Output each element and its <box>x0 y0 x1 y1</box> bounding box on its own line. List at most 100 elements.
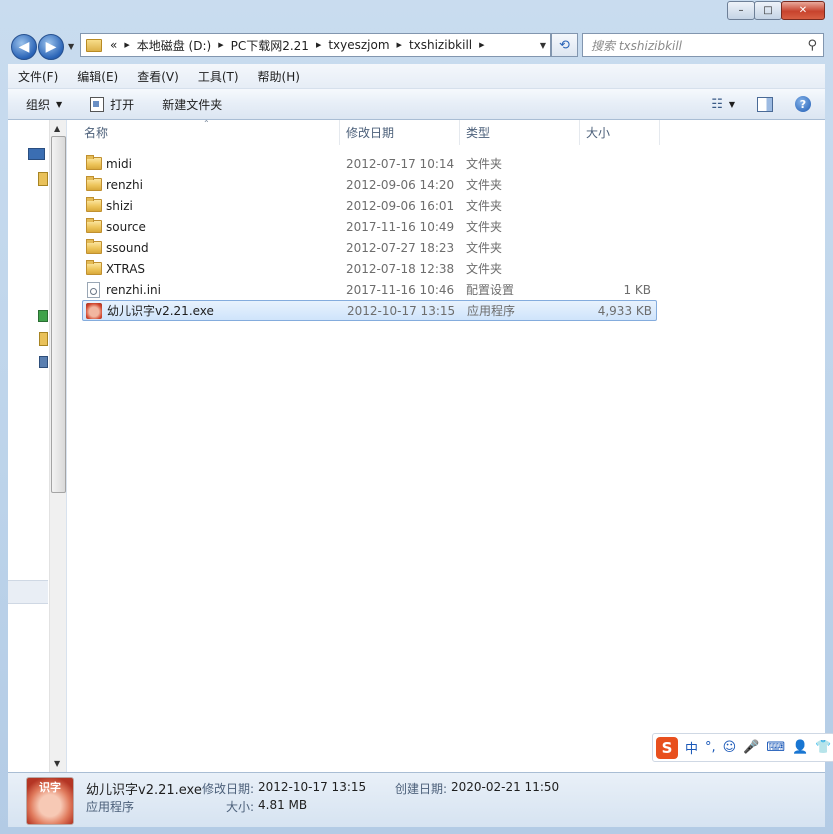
file-row[interactable]: shizi 2012-09-06 16:01 文件夹 <box>82 195 655 216</box>
organize-label: 组织 <box>26 97 51 112</box>
file-type: 文件夹 <box>466 178 503 192</box>
computer-icon[interactable] <box>28 148 45 160</box>
breadcrumb-item[interactable]: txshizibkill <box>405 38 476 52</box>
file-type: 文件夹 <box>466 199 503 213</box>
chevron-right-icon[interactable]: ▶ <box>121 41 132 49</box>
new-folder-button[interactable]: 新建文件夹 <box>144 96 232 113</box>
folder-icon <box>86 38 102 52</box>
file-row[interactable]: midi 2012-07-17 10:14 文件夹 <box>82 153 655 174</box>
menu-bar: 文件(F) 编辑(E) 查看(V) 工具(T) 帮助(H) <box>8 64 825 89</box>
menu-tools[interactable]: 工具(T) <box>188 68 248 85</box>
details-modified-value: 2012-10-17 13:15 <box>258 780 367 794</box>
open-button[interactable]: 打开 <box>72 96 144 113</box>
library-icon[interactable] <box>38 172 48 186</box>
back-button[interactable]: ◀ <box>11 34 37 60</box>
file-type: 配置设置 <box>466 283 515 297</box>
file-type: 文件夹 <box>466 262 503 276</box>
settings-file-icon <box>87 281 100 298</box>
breadcrumb-item[interactable]: 本地磁盘 (D:) <box>133 37 215 54</box>
folder-icon <box>86 218 102 233</box>
breadcrumb-item[interactable]: txyeszjom <box>324 38 393 52</box>
details-type: 应用程序 <box>86 800 135 814</box>
maximize-button[interactable]: □ <box>754 1 782 20</box>
recent-pages-dropdown[interactable]: ▼ <box>68 42 74 51</box>
file-name: shizi <box>106 198 133 213</box>
command-bar: 组织 ▼ 打开 新建文件夹 ☷ ▼ ? <box>8 89 825 120</box>
menu-view[interactable]: 查看(V) <box>127 68 188 85</box>
breadcrumb: « ▶ 本地磁盘 (D:) ▶ PC下载网2.21 ▶ txyeszjom ▶ … <box>106 34 488 56</box>
file-date: 2017-11-16 10:46 <box>346 282 455 297</box>
file-row[interactable]: XTRAS 2012-07-18 12:38 文件夹 <box>82 258 655 279</box>
navigation-scrollbar[interactable]: ▲ ▼ <box>49 120 66 772</box>
file-type: 文件夹 <box>466 157 503 171</box>
folder-icon[interactable] <box>39 332 48 346</box>
search-icon[interactable]: ⚲ <box>807 38 823 53</box>
column-label: 修改日期 <box>346 126 395 140</box>
file-type: 文件夹 <box>466 220 503 234</box>
keyboard-icon[interactable]: ⌨ <box>766 740 785 755</box>
file-list: ⌃ 名称 修改日期 类型 大小 midi 2012-07-17 10:14 文件… <box>67 119 825 772</box>
file-name: renzhi <box>106 177 143 192</box>
file-date: 2012-07-27 18:23 <box>346 240 455 255</box>
menu-edit[interactable]: 编辑(E) <box>67 68 127 85</box>
folder-icon <box>86 155 102 170</box>
scroll-up-icon[interactable]: ▲ <box>54 124 60 133</box>
microphone-icon[interactable]: 🎤 <box>743 740 759 755</box>
refresh-button[interactable]: ⟲ <box>551 33 578 57</box>
punctuation-icon[interactable]: °, <box>705 740 716 755</box>
menu-help[interactable]: 帮助(H) <box>248 68 309 85</box>
view-options-icon[interactable]: ☷ <box>711 97 723 112</box>
scroll-down-icon[interactable]: ▼ <box>54 759 60 768</box>
file-name: 幼儿识字v2.21.exe <box>107 304 214 318</box>
skin-icon[interactable]: 👕 <box>815 740 831 755</box>
network-icon[interactable] <box>38 310 48 322</box>
drive-icon[interactable] <box>39 356 48 368</box>
details-created-value: 2020-02-21 11:50 <box>451 780 560 794</box>
address-bar[interactable]: « ▶ 本地磁盘 (D:) ▶ PC下载网2.21 ▶ txyeszjom ▶ … <box>80 33 551 57</box>
menu-file[interactable]: 文件(F) <box>8 68 67 85</box>
file-row[interactable]: renzhi.ini 2017-11-16 10:46 配置设置 1 KB <box>82 279 655 300</box>
scrollbar-thumb[interactable] <box>51 136 66 493</box>
column-header-row: ⌃ 名称 修改日期 类型 大小 <box>67 119 825 145</box>
column-label: 大小 <box>586 126 611 140</box>
chevron-right-icon[interactable]: ▶ <box>313 41 324 49</box>
column-date[interactable]: 修改日期 <box>340 120 460 145</box>
file-date: 2012-09-06 16:01 <box>346 198 455 213</box>
ime-mode-toggle[interactable]: 中 <box>685 738 698 757</box>
file-name: ssound <box>106 240 149 255</box>
ime-toolbar: S 中 °, ☺ 🎤 ⌨ 👤 👕 <box>652 733 833 762</box>
column-size[interactable]: 大小 <box>580 120 660 145</box>
file-row[interactable]: source 2017-11-16 10:49 文件夹 <box>82 216 655 237</box>
address-dropdown[interactable]: ▼ <box>540 41 546 50</box>
chevron-right-icon[interactable]: ▶ <box>476 41 487 49</box>
file-name: source <box>106 219 146 234</box>
breadcrumb-item[interactable]: PC下载网2.21 <box>227 37 313 54</box>
file-row-selected[interactable]: 幼儿识字v2.21.exe 2012-10-17 13:15 应用程序 4,93… <box>82 300 657 321</box>
explorer-window: – □ ✕ ◀ ▶ ▼ « ▶ 本地磁盘 (D:) ▶ PC下载网2.21 ▶ … <box>0 0 833 834</box>
chevron-right-icon[interactable]: ▶ <box>394 41 405 49</box>
file-name: midi <box>106 156 132 171</box>
nav-item-highlight[interactable] <box>8 580 48 604</box>
emoji-icon[interactable]: ☺ <box>723 740 737 755</box>
column-name[interactable]: 名称 <box>78 120 340 145</box>
sogou-logo-icon[interactable]: S <box>656 736 678 759</box>
search-placeholder: 搜索 txshizibkill <box>591 38 683 53</box>
chevron-down-icon: ▼ <box>56 99 63 109</box>
details-pane: 识字 幼儿识字v2.21.exe 修改日期: 2012-10-17 13:15 … <box>8 772 825 827</box>
chevron-right-icon[interactable]: ▶ <box>215 41 226 49</box>
view-dropdown-button[interactable]: ▼ <box>729 100 735 109</box>
file-type: 文件夹 <box>466 241 503 255</box>
details-file-name: 幼儿识字v2.21.exe <box>86 783 202 798</box>
search-input[interactable]: 搜索 txshizibkill ⚲ <box>582 33 824 57</box>
organize-button[interactable]: 组织 ▼ <box>8 96 72 113</box>
forward-button[interactable]: ▶ <box>38 34 64 60</box>
close-button[interactable]: ✕ <box>781 1 825 20</box>
file-row[interactable]: renzhi 2012-09-06 14:20 文件夹 <box>82 174 655 195</box>
column-type[interactable]: 类型 <box>460 120 580 145</box>
breadcrumb-overflow[interactable]: « <box>106 38 121 52</box>
preview-pane-icon[interactable] <box>757 96 773 112</box>
help-icon[interactable]: ? <box>795 96 811 112</box>
user-icon[interactable]: 👤 <box>792 740 808 755</box>
file-row[interactable]: ssound 2012-07-27 18:23 文件夹 <box>82 237 655 258</box>
minimize-button[interactable]: – <box>727 1 755 20</box>
